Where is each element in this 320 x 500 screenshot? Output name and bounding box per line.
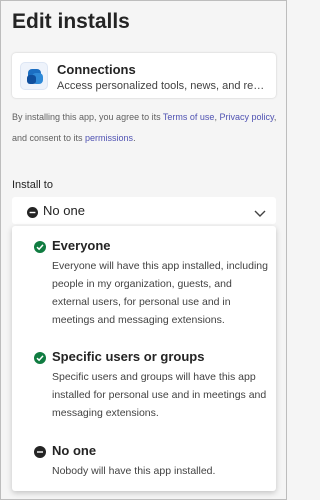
chevron-down-icon[interactable] — [254, 205, 266, 223]
install-to-dropdown[interactable]: No one — [12, 197, 276, 224]
option-specific-users-or-groups[interactable]: Specific users or groups Specific users … — [12, 344, 276, 431]
option-description: Nobody will have this app installed. — [52, 465, 216, 477]
minus-circle-icon — [27, 205, 38, 223]
install-to-label: Install to — [12, 179, 53, 191]
install-to-selected-value: No one — [43, 203, 85, 218]
option-title: Specific users or groups — [52, 349, 205, 364]
app-name: Connections — [57, 62, 136, 77]
app-card: Connections Access personalized tools, n… — [12, 53, 276, 98]
consent-text: By installing this app, you agree to its… — [12, 107, 280, 149]
connections-app-icon — [20, 62, 48, 90]
install-to-options-list: Everyone Everyone will have this app ins… — [12, 226, 276, 491]
option-title: Everyone — [52, 238, 111, 253]
option-no-one[interactable]: No one Nobody will have this app install… — [12, 431, 276, 486]
check-circle-icon — [34, 240, 46, 258]
consent-suffix: . — [133, 133, 136, 143]
edit-installs-panel: Edit installs Connections Access persona… — [0, 0, 287, 500]
page-title: Edit installs — [12, 10, 130, 33]
privacy-policy-link[interactable]: Privacy policy — [219, 112, 273, 122]
consent-prefix: By installing this app, you agree to its — [12, 112, 163, 122]
option-description: Everyone will have this app installed, i… — [52, 260, 268, 326]
terms-of-use-link[interactable]: Terms of use — [163, 112, 215, 122]
minus-circle-icon — [34, 445, 46, 463]
option-title: No one — [52, 443, 97, 458]
option-everyone[interactable]: Everyone Everyone will have this app ins… — [12, 226, 276, 344]
option-description: Specific users and groups will have this… — [52, 371, 267, 419]
check-circle-icon — [34, 351, 46, 369]
permissions-link[interactable]: permissions — [85, 133, 133, 143]
app-description: Access personalized tools, news, and res… — [57, 80, 269, 92]
